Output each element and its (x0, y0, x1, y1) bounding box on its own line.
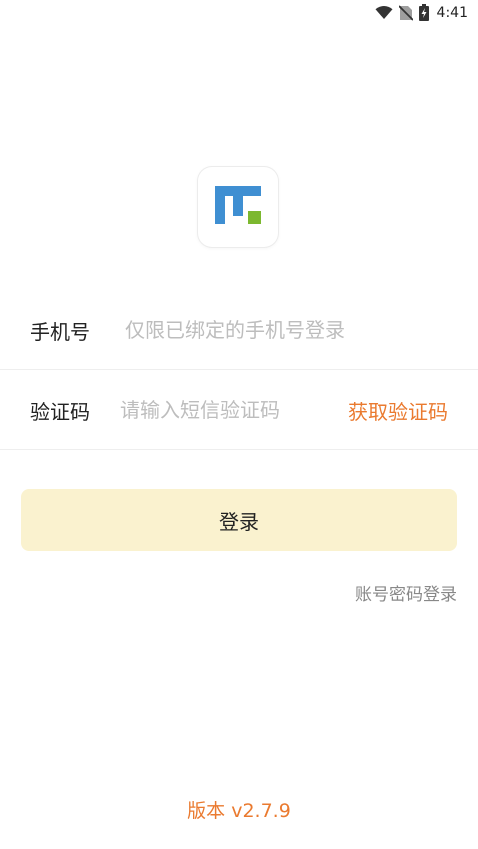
password-login-link[interactable]: 账号密码登录 (355, 580, 457, 605)
status-time: 4:41 (436, 4, 468, 21)
app-logo (198, 167, 278, 247)
get-code-button[interactable]: 获取验证码 (348, 396, 448, 425)
code-label: 验证码 (30, 399, 90, 424)
status-bar: 4:41 (0, 0, 478, 28)
battery-charging-icon (418, 4, 429, 21)
code-row: 验证码 获取验证码 (0, 370, 478, 450)
status-icons: 4:41 (375, 4, 468, 21)
version-label: 版本 v2.7.9 (187, 800, 291, 822)
no-sim-icon (398, 4, 413, 21)
phone-input[interactable] (125, 318, 455, 342)
divider (0, 449, 478, 450)
phone-row: 手机号 (0, 290, 478, 370)
app-logo-icon (215, 186, 261, 228)
login-button[interactable]: 登录 (21, 489, 457, 551)
wifi-icon (375, 5, 393, 20)
phone-label: 手机号 (30, 319, 90, 344)
login-screen: 4:41 手机号 验证码 获取验证码 登录 账号密码登录 版本 v2.7.9 (0, 0, 478, 849)
code-input[interactable] (120, 398, 320, 422)
